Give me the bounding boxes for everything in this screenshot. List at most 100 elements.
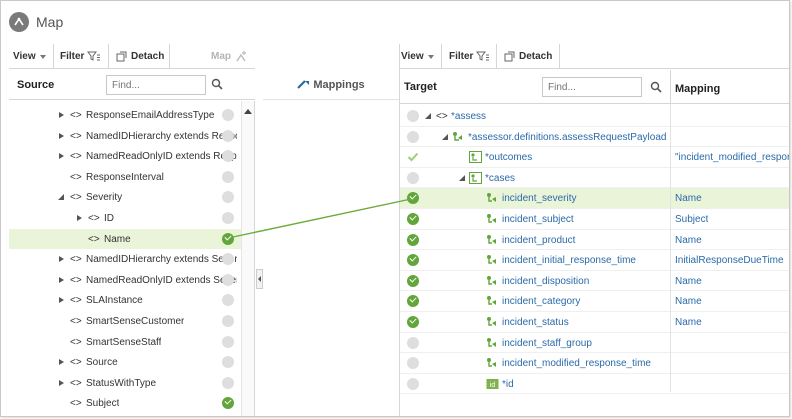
source-tree-row[interactable]: <> Subject (9, 393, 241, 414)
search-icon[interactable] (211, 78, 223, 90)
expand-arrow-icon[interactable] (59, 112, 64, 118)
mapping-value[interactable]: InitialResponseDueTime (675, 255, 784, 266)
mapped-status-icon[interactable] (222, 232, 234, 245)
unmapped-status-icon[interactable] (222, 191, 234, 204)
mapped-status-icon[interactable] (407, 213, 419, 225)
unmapped-status-icon[interactable] (222, 129, 234, 142)
source-tree-row[interactable]: <> Source (9, 352, 241, 373)
mapping-value[interactable]: Subject (675, 214, 708, 225)
chevron-left-icon (258, 276, 261, 282)
unmapped-status-icon[interactable] (407, 336, 419, 349)
mapped-status-icon[interactable] (407, 295, 419, 308)
source-filter-button[interactable]: Filter (60, 44, 101, 69)
source-view-button[interactable]: View (13, 44, 46, 69)
mapped-status-icon[interactable] (407, 274, 419, 287)
mapping-value[interactable]: Name (675, 235, 702, 246)
expand-arrow-icon[interactable] (59, 132, 64, 139)
collapse-arrow-icon[interactable] (442, 133, 448, 140)
scroll-up-arrow-icon[interactable] (244, 109, 252, 114)
expand-arrow-icon[interactable] (59, 276, 64, 283)
target-tree-row[interactable]: *cases (400, 168, 789, 189)
mapped-status-icon[interactable] (407, 192, 419, 205)
toolbar-divider (441, 44, 442, 69)
target-tree-row[interactable]: incident_staff_group (400, 333, 789, 354)
target-tree-row[interactable]: *outcomes "incident_modified_respon (400, 147, 789, 168)
target-tree-row[interactable]: <> *assess (400, 106, 789, 127)
collapse-arrow-icon[interactable] (58, 194, 64, 201)
mapping-value[interactable]: Name (675, 317, 702, 328)
target-find-input[interactable] (542, 77, 642, 97)
source-tree-row[interactable]: <> NamedIDHierarchy extends Severity (9, 249, 241, 270)
source-tree-row[interactable]: <> SmartSenseCustomer (9, 311, 241, 332)
unmapped-status-icon[interactable] (407, 130, 419, 143)
source-scrollbar[interactable] (241, 101, 254, 416)
target-tree-row[interactable]: incident_severity Name (400, 188, 789, 209)
collapse-arrow-icon[interactable] (425, 113, 431, 119)
mapped-status-icon[interactable] (407, 316, 419, 328)
target-tree-row[interactable]: incident_disposition Name (400, 271, 789, 292)
target-tree-row[interactable]: id *id (400, 374, 789, 395)
check-icon[interactable] (407, 151, 419, 166)
source-tree-row[interactable]: <> ID (9, 208, 241, 229)
mapping-column-header[interactable]: Mapping (675, 83, 720, 95)
mapped-status-icon[interactable] (407, 254, 419, 267)
source-tree-row[interactable]: <> Severity (9, 187, 241, 208)
expand-arrow-icon[interactable] (59, 153, 64, 160)
mapping-value[interactable]: Name (675, 296, 702, 307)
target-tree-row[interactable]: incident_product Name (400, 230, 789, 251)
mapping-value[interactable]: "incident_modified_respon (675, 152, 789, 163)
unmapped-status-icon[interactable] (407, 377, 419, 390)
expand-arrow-icon[interactable] (59, 379, 64, 386)
toolbar-divider (169, 44, 170, 69)
source-tree-row[interactable]: <> SLAInstance (9, 290, 241, 311)
unmapped-status-icon[interactable] (407, 357, 419, 370)
source-find-input[interactable] (106, 75, 206, 95)
target-tree-row[interactable]: incident_modified_response_time (400, 353, 789, 374)
target-tree-row[interactable]: *assessor.definitions.assessRequestPaylo… (400, 127, 789, 148)
unmapped-status-icon[interactable] (222, 212, 234, 224)
detach-icon (504, 51, 515, 62)
unmapped-status-icon[interactable] (222, 294, 234, 307)
mapping-value[interactable]: Name (675, 276, 702, 287)
unmapped-status-icon[interactable] (222, 335, 234, 348)
unmapped-status-icon[interactable] (222, 273, 234, 286)
target-detach-button[interactable]: Detach (504, 44, 552, 69)
unmapped-status-icon[interactable] (222, 376, 234, 389)
target-filter-button[interactable]: Filter (449, 44, 490, 69)
source-tree-row[interactable]: <> ResponseEmailAddressType (9, 105, 241, 126)
expand-arrow-icon[interactable] (59, 297, 64, 304)
target-view-button[interactable]: View (401, 44, 434, 69)
source-tree-row[interactable]: <> Name (9, 228, 241, 250)
target-tree-row[interactable]: incident_initial_response_time InitialRes… (400, 250, 789, 271)
expand-arrow-icon[interactable] (59, 359, 64, 366)
mappings-title: Mappings (313, 78, 365, 91)
target-tree-row[interactable]: incident_status Name (400, 312, 789, 333)
expand-arrow-icon[interactable] (59, 256, 64, 263)
map-icon (9, 12, 29, 32)
unmapped-status-icon[interactable] (222, 170, 234, 183)
source-map-button[interactable]: Map (211, 44, 248, 69)
field-type-icon (486, 316, 499, 331)
mapped-status-icon[interactable] (222, 397, 234, 410)
collapse-arrow-icon[interactable] (459, 174, 465, 181)
unmapped-status-icon[interactable] (222, 315, 234, 327)
source-tree-row[interactable]: <> NamedReadOnlyID extends Severity (9, 270, 241, 291)
target-tree-row[interactable]: incident_category Name (400, 291, 789, 312)
target-tree-row[interactable]: incident_subject Subject (400, 209, 789, 230)
source-tree-row[interactable]: <> NamedReadOnlyID extends Respons (9, 146, 241, 167)
unmapped-status-icon[interactable] (407, 110, 419, 122)
unmapped-status-icon[interactable] (222, 356, 234, 369)
source-detach-button[interactable]: Detach (116, 44, 164, 69)
collapse-handle[interactable] (256, 269, 263, 289)
source-tree-row[interactable]: <> NamedIDHierarchy extends Respons (9, 126, 241, 147)
unmapped-status-icon[interactable] (407, 171, 419, 184)
source-tree-row[interactable]: <> ResponseInterval (9, 167, 241, 188)
expand-arrow-icon[interactable] (77, 215, 82, 221)
search-icon[interactable] (650, 81, 662, 93)
source-tree-row[interactable]: <> SmartSenseStaff (9, 332, 241, 353)
mapping-value[interactable]: Name (675, 193, 702, 204)
mapped-status-icon[interactable] (407, 233, 419, 246)
unmapped-status-icon[interactable] (222, 109, 234, 121)
source-tree-row[interactable]: <> StatusWithType (9, 373, 241, 394)
element-type-icon: <> (70, 316, 82, 327)
